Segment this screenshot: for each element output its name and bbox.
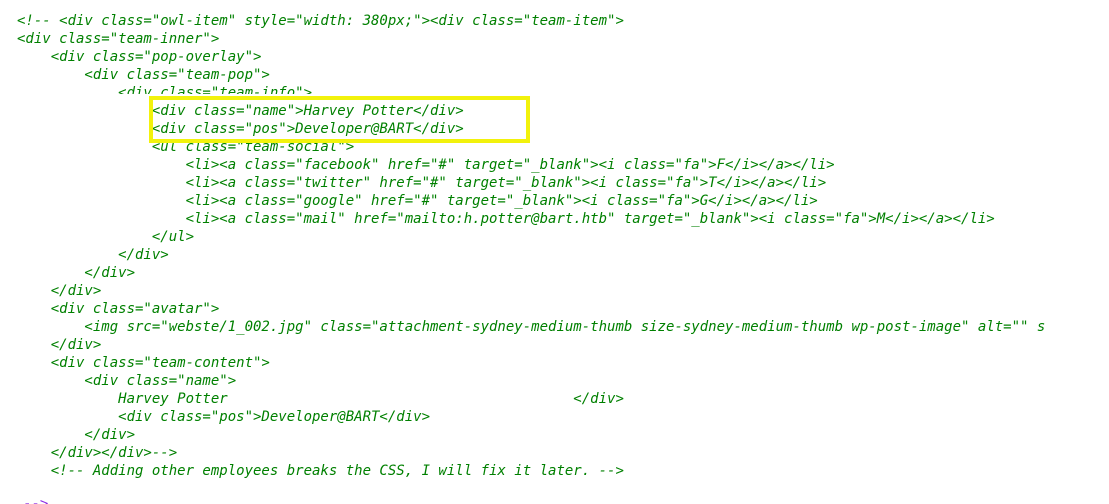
code-line-5: <div class="team-info"> xyxy=(17,85,313,94)
code-line-20: <div class="team-content"> xyxy=(17,355,270,371)
code-line-18: <img src="webste/1_002.jpg" class="attac… xyxy=(17,319,1046,335)
next-line-fragment: --> xyxy=(23,498,53,504)
code-line-23: <div class="pos">Developer@BART</div> xyxy=(17,409,431,425)
code-line-6: <div class="name">Harvey Potter</div> xyxy=(17,103,464,119)
code-line-19: </div> xyxy=(17,337,102,353)
code-line-14: </div> xyxy=(17,247,169,263)
code-line-15: </div> xyxy=(17,265,136,281)
code-line-26: <!-- Adding other employees breaks the C… xyxy=(17,463,624,479)
page-source-view: <!-- <div class="owl-item" style="width:… xyxy=(0,0,1109,504)
code-line-13: </ul> xyxy=(17,229,195,245)
code-line-7: <div class="pos">Developer@BART</div> xyxy=(17,121,464,137)
code-line-10: <li><a class="twitter" href="#" target="… xyxy=(17,175,827,191)
code-line-12: <li><a class="mail" href="mailto:h.potte… xyxy=(17,211,995,227)
code-line-22: Harvey Potter </div> xyxy=(17,391,624,407)
code-line-16: </div> xyxy=(17,283,102,299)
code-line-1: <!-- <div class="owl-item" style="width:… xyxy=(17,13,624,29)
code-line-3: <div class="pop-overlay"> xyxy=(17,49,262,65)
code-line-17: <div class="avatar"> xyxy=(17,301,220,317)
code-line-24: </div> xyxy=(17,427,136,443)
code-line-2: <div class="team-inner"> xyxy=(17,31,220,47)
code-line-21: <div class="name"> xyxy=(17,373,237,389)
code-line-11: <li><a class="google" href="#" target="_… xyxy=(17,193,818,209)
code-line-9: <li><a class="facebook" href="#" target=… xyxy=(17,157,835,173)
code-line-25: </div></div>--> xyxy=(17,445,178,461)
code-line-8: <ul class="team-social"> xyxy=(17,139,355,155)
code-line-4: <div class="team-pop"> xyxy=(17,67,270,83)
